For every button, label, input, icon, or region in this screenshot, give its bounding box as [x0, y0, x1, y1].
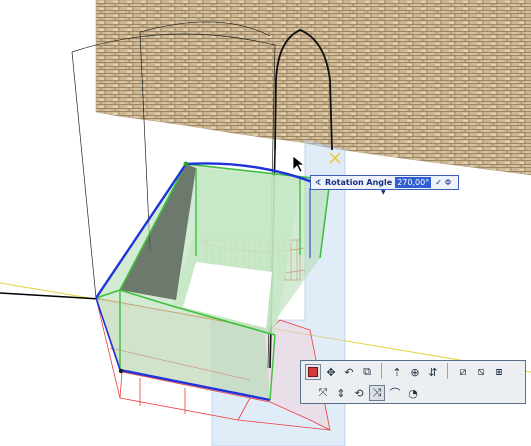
confirm-button[interactable]: ✓ — [435, 178, 442, 187]
tracker-dropdown-icon[interactable]: ▼ — [381, 189, 386, 196]
stretch-icon[interactable]: ⇵ — [425, 364, 441, 380]
curve-edge-icon[interactable]: ⌒ — [387, 385, 403, 401]
angle-icon: ∢ — [314, 178, 322, 187]
rotation-angle-tracker[interactable]: ∢ Rotation Angle 270,00° ✓ Φ ▼ — [310, 175, 459, 196]
drag-icon[interactable]: ✥ — [323, 364, 339, 380]
mirror-icon[interactable]: ⧉ — [359, 364, 375, 380]
push-pull-icon[interactable]: ⇕ — [333, 385, 349, 401]
rotate-icon[interactable]: ↶ — [341, 364, 357, 380]
offset-icon[interactable]: ⧄ — [455, 364, 471, 380]
palette-separator — [381, 363, 382, 379]
split-icon[interactable]: ⧅ — [473, 364, 489, 380]
move-node-icon[interactable]: ⤨ — [369, 385, 385, 401]
tracker-options-button[interactable]: Φ — [445, 178, 451, 187]
tracker-label: Rotation Angle — [325, 178, 393, 187]
adjust-icon[interactable]: ⧆ — [491, 364, 507, 380]
elevate-icon[interactable]: ⇡ — [389, 364, 405, 380]
rotation-angle-input[interactable]: 270,00° — [395, 177, 432, 188]
resize-icon[interactable]: ⤧ — [315, 385, 331, 401]
mouse-cursor — [292, 155, 306, 173]
axis-y — [0, 292, 101, 300]
palette-separator — [447, 363, 448, 379]
rotate-3d-icon[interactable]: ⟲ — [351, 385, 367, 401]
close-palette-button[interactable] — [305, 364, 321, 380]
multiply-icon[interactable]: ⊕ — [407, 364, 423, 380]
fillet-icon[interactable]: ◔ — [405, 385, 421, 401]
pet-palette: ✥ ↶ ⧉ ⇡ ⊕ ⇵ ⧄ ⧅ ⧆ ⤧ ⇕ ⟲ ⤨ ⌒ ◔ — [300, 360, 526, 404]
